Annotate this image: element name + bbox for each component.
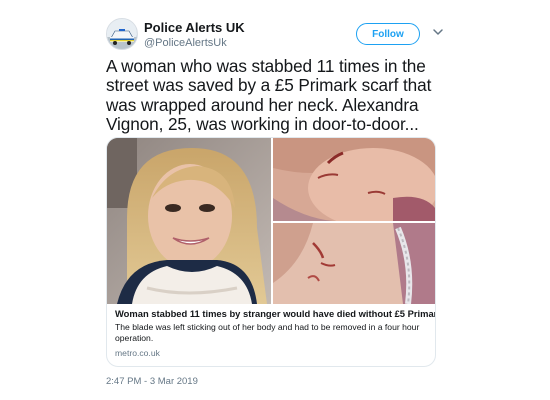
link-card[interactable]: Woman stabbed 11 times by stranger would… — [106, 137, 436, 367]
avatar[interactable] — [106, 18, 138, 50]
card-title[interactable]: Woman stabbed 11 times by stranger would… — [115, 308, 435, 320]
tweet-text: A woman who was stabbed 11 times in the … — [106, 56, 432, 135]
card-images[interactable] — [107, 138, 435, 304]
card-image-neck-wound[interactable] — [273, 138, 435, 221]
card-text: Woman stabbed 11 times by stranger would… — [115, 308, 435, 359]
author-name[interactable]: Police Alerts UK — [144, 20, 245, 35]
card-image-portrait[interactable] — [107, 138, 271, 304]
card-image-chest-wound[interactable] — [273, 223, 435, 304]
tweet-header: Police Alerts UK @PoliceAlertsUk Follow — [106, 18, 452, 54]
card-description: The blade was left sticking out of her b… — [115, 322, 420, 343]
tweet: Police Alerts UK @PoliceAlertsUk Follow … — [92, 0, 462, 400]
police-car-avatar-icon — [107, 19, 137, 49]
chevron-down-icon[interactable] — [432, 26, 444, 38]
author-handle[interactable]: @PoliceAlertsUk — [144, 37, 227, 49]
card-domain: metro.co.uk — [115, 348, 160, 358]
follow-button[interactable]: Follow — [356, 23, 420, 45]
chest-wound-photo — [273, 223, 435, 304]
neck-wound-photo — [273, 138, 435, 221]
portrait-photo — [107, 138, 271, 304]
tweet-timestamp[interactable]: 2:47 PM - 3 Mar 2019 — [106, 376, 198, 387]
